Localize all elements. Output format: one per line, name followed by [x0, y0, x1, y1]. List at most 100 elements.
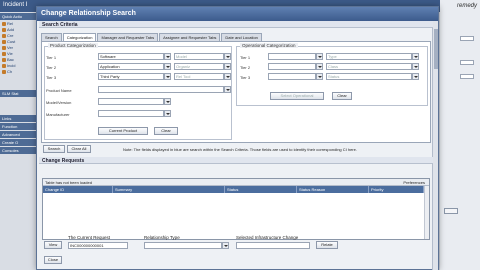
operational-tier1-dropdown[interactable]	[316, 53, 323, 60]
background-field[interactable]	[460, 74, 474, 79]
manufacturer-label: Manufacturer	[46, 112, 70, 117]
product-tier1-input[interactable]: Software	[98, 53, 164, 60]
select-operational-button[interactable]: Select Operational	[270, 92, 324, 100]
action-icon	[2, 51, 6, 56]
dialog-scrollbar[interactable]	[432, 21, 438, 270]
search-criteria-header: Search Criteria	[39, 21, 433, 28]
current-request-label: The Current Request	[68, 235, 111, 240]
release-tool-dropdown[interactable]	[224, 73, 231, 80]
view-button[interactable]: View	[44, 241, 62, 249]
action-icon	[2, 39, 6, 44]
current-product-button[interactable]: Current Product	[98, 127, 148, 135]
product-categorization-group	[44, 46, 232, 140]
selected-change-label: Selected Infrastructure Change	[236, 235, 299, 240]
product-clear-button[interactable]: Clear	[154, 127, 178, 135]
scrollbar-thumb[interactable]	[434, 29, 438, 69]
model-version-input[interactable]	[98, 98, 164, 105]
relate-button[interactable]: Relate	[316, 241, 338, 249]
operational-tier2-dropdown[interactable]	[316, 63, 323, 70]
model-version-label: Model/Version	[46, 100, 72, 105]
action-icon	[2, 27, 6, 32]
background-window-title: Incident I	[3, 2, 28, 8]
status-input[interactable]: Status	[326, 73, 412, 80]
table-toolbar: Table has not been loaded Preferences	[43, 179, 429, 186]
tab-search[interactable]: Search	[41, 33, 62, 41]
background-field[interactable]	[460, 36, 474, 41]
brand-logo: remedy	[456, 3, 477, 9]
sidebar-section-consoles[interactable]: Consoles	[0, 147, 36, 154]
operational-tier3-input[interactable]	[268, 73, 316, 80]
product-tier1-dropdown[interactable]	[164, 53, 171, 60]
operational-tier2-input[interactable]	[268, 63, 316, 70]
product-tier2-input[interactable]: Application	[98, 63, 164, 70]
table-status: Table has not been loaded	[45, 180, 92, 185]
tab-date-location[interactable]: Date and Location	[221, 33, 262, 41]
product-tier3-input[interactable]: Third Party	[98, 73, 164, 80]
categorization-panel: Product Categorization Tier 1 Software M…	[41, 41, 431, 143]
table-scrollbar[interactable]	[424, 186, 429, 239]
sidebar-section-advanced[interactable]: Advanced	[0, 131, 36, 138]
product-tier1-label: Tier 1	[46, 55, 57, 60]
model-version-dropdown[interactable]	[164, 98, 171, 105]
operational-tier3-label: Tier 3	[240, 75, 251, 80]
product-tier2-dropdown[interactable]	[164, 63, 171, 70]
action-icon	[2, 69, 6, 74]
operational-tier1-label: Tier 1	[240, 55, 251, 60]
relationship-type-dropdown[interactable]	[222, 242, 229, 249]
action-icon	[2, 45, 6, 50]
operational-tier2-label: Tier 2	[240, 65, 251, 70]
search-button[interactable]: Search	[43, 145, 65, 153]
action-icon	[2, 57, 6, 62]
column-status-reason[interactable]: Status Reason	[297, 186, 369, 193]
action-icon	[2, 33, 6, 38]
background-right-panel: remedy	[440, 0, 480, 270]
search-note: Note: The fields displayed in blue are s…	[123, 147, 357, 152]
release-tool-input[interactable]: Rel Tool	[174, 73, 224, 80]
product-name-input[interactable]	[98, 86, 224, 93]
change-requests-header: Change Requests	[39, 157, 433, 164]
background-sidebar: Quick Actio Rel Add Cre Cust Ver Vie Bac…	[0, 12, 36, 270]
operational-tier3-dropdown[interactable]	[316, 73, 323, 80]
sidebar-section-functions[interactable]: Function	[0, 123, 36, 130]
class-input[interactable]: Class	[326, 63, 412, 70]
product-tier3-label: Tier 3	[46, 75, 57, 80]
close-button[interactable]: Close	[44, 256, 62, 264]
sidebar-section-slm-status[interactable]: SLM Stat	[0, 90, 36, 97]
operational-tier1-input[interactable]	[268, 53, 316, 60]
product-name-label: Product Name	[46, 88, 72, 93]
class-dropdown[interactable]	[412, 63, 419, 70]
product-tier3-dropdown[interactable]	[164, 73, 171, 80]
column-change-id[interactable]: Change ID	[43, 186, 113, 193]
sidebar-section-create-other[interactable]: Create O	[0, 139, 36, 146]
column-priority[interactable]: Priority	[369, 186, 424, 193]
model-dropdown[interactable]	[224, 53, 231, 60]
status-dropdown[interactable]	[412, 73, 419, 80]
organization-input[interactable]: Organiz	[174, 63, 224, 70]
relationship-type-label: Relationship Type	[144, 235, 180, 240]
operational-clear-button[interactable]: Clear	[332, 92, 352, 100]
action-icon	[2, 21, 6, 26]
preferences-menu[interactable]: Preferences	[403, 180, 425, 185]
sidebar-item[interactable]: Ch	[0, 68, 36, 74]
manufacturer-dropdown[interactable]	[164, 110, 171, 117]
organization-dropdown[interactable]	[224, 63, 231, 70]
clear-all-button[interactable]: Clear All	[67, 145, 91, 153]
table-header: Change ID Summary Status Status Reason P…	[43, 186, 429, 193]
type-input[interactable]: Type	[326, 53, 412, 60]
column-summary[interactable]: Summary	[113, 186, 225, 193]
column-status[interactable]: Status	[225, 186, 297, 193]
manufacturer-input[interactable]	[98, 110, 164, 117]
dialog-title: Change Relationship Search	[37, 7, 438, 21]
tab-categorization[interactable]: Categorization	[62, 33, 97, 41]
product-categorization-title: Product Categorization	[48, 43, 98, 48]
model-input[interactable]: Model	[174, 53, 224, 60]
background-button[interactable]	[444, 208, 458, 214]
tab-manager-requester[interactable]: Manager and Requester Tabs	[97, 33, 159, 41]
relationship-type-select[interactable]	[144, 242, 222, 249]
type-dropdown[interactable]	[412, 53, 419, 60]
sidebar-section-links[interactable]: Links	[0, 115, 36, 122]
background-field[interactable]	[460, 60, 474, 65]
sidebar-section-quick-actions[interactable]: Quick Actio	[0, 13, 36, 20]
product-name-dropdown[interactable]	[224, 86, 231, 93]
tab-assignee-requester[interactable]: Assignee and Requester Tabs	[159, 33, 221, 41]
